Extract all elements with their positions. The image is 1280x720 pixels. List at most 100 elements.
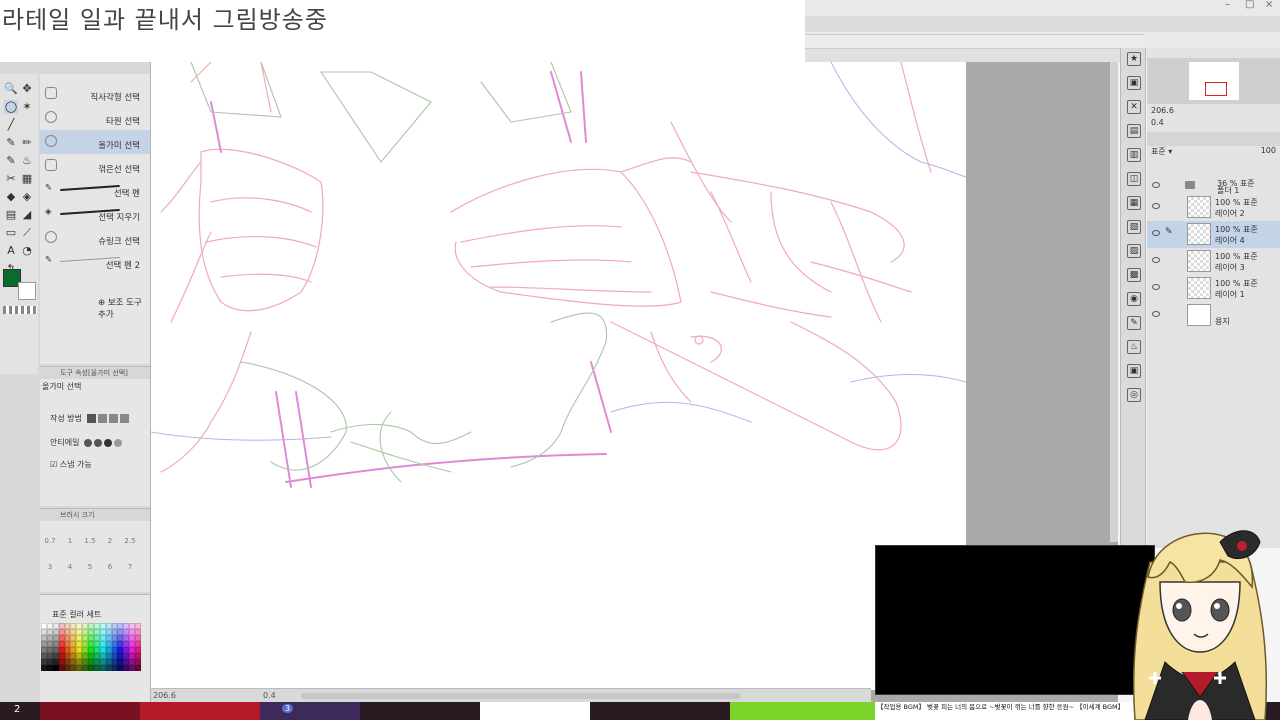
tool-settings-icon[interactable]: ✕ (1127, 100, 1141, 114)
transparent-color-swatch[interactable] (3, 306, 37, 314)
subtool-polyline-select[interactable]: 꺾은선 선택 (40, 154, 150, 178)
creation-method-row[interactable]: 작성 방법 (50, 413, 129, 424)
star-icon[interactable]: ★ (1127, 52, 1141, 66)
search-layer-icon[interactable]: ◫ (1127, 172, 1141, 186)
brush-tool-icon[interactable]: ✎ (4, 154, 18, 168)
text-tool-icon[interactable]: A (4, 244, 18, 258)
brush-size-cell[interactable]: 1 (60, 537, 80, 557)
antialias-strong-icon[interactable] (114, 438, 122, 447)
brush-size-cell[interactable]: 0.7 (40, 537, 60, 557)
lasso-tool-icon[interactable]: ◯ (4, 100, 18, 114)
navigator-rotation[interactable]: 0.4 (1151, 118, 1164, 127)
antialias-weak-icon[interactable] (94, 438, 102, 447)
maximize-icon[interactable]: □ (1245, 0, 1255, 10)
subtool-selection-pen[interactable]: ✎ 선택 펜 (40, 178, 150, 202)
antialias-none-icon[interactable] (84, 438, 92, 447)
brush-size-cell[interactable]: 6 (100, 563, 120, 583)
snap-row[interactable]: ☑ 스냅 가능 (50, 459, 92, 470)
eye-icon[interactable] (1152, 284, 1160, 290)
balloon-tool-icon[interactable]: ◔ (20, 244, 34, 258)
layer-item[interactable]: ✎ 100 % 표준 레이어 4 (1147, 221, 1280, 248)
brush-size-cell[interactable]: 2.5 (120, 537, 140, 557)
animation-icon[interactable]: ▦ (1127, 196, 1141, 210)
eyedropper-icon[interactable]: ╱ (4, 118, 18, 132)
navigator-preview[interactable] (1147, 58, 1280, 104)
checkbox-icon[interactable]: ☑ (50, 460, 60, 469)
blend-mode-select[interactable]: 표준 ▾ (1151, 146, 1172, 157)
taskbar-app[interactable] (480, 702, 590, 720)
opacity-value[interactable]: 100 (1261, 146, 1276, 155)
zoom-tool-icon[interactable]: 🔍 (4, 82, 18, 96)
brush-size-cell[interactable]: 3 (40, 563, 60, 583)
airbrush-tool-icon[interactable]: ♨ (20, 154, 34, 168)
canvas-horizontal-scrollbar[interactable] (301, 693, 741, 699)
eraser-tool-icon[interactable]: ◈ (20, 190, 34, 204)
status-zoom[interactable]: 206.6 (153, 691, 176, 700)
layer-property-icon[interactable]: ▣ (1127, 76, 1141, 90)
taskbar-app[interactable] (260, 702, 360, 720)
antialias-row[interactable]: 안티에일 (50, 437, 122, 448)
subtool-ellipse-select[interactable]: 타원 선택 (40, 106, 150, 130)
new-selection-icon[interactable] (86, 414, 96, 423)
auto-action-icon[interactable]: ▧ (1127, 220, 1141, 234)
eye-icon[interactable] (1152, 257, 1160, 263)
add-selection-icon[interactable] (97, 414, 107, 423)
shape-tool-icon[interactable]: ◢ (20, 208, 34, 222)
brush-size-cell[interactable]: 4 (60, 563, 80, 583)
approximate-color-icon[interactable]: ▣ (1127, 364, 1141, 378)
eye-icon[interactable] (1152, 182, 1160, 188)
item-bank-icon[interactable]: ▩ (1127, 268, 1141, 282)
layer-item[interactable]: 100 % 표준 레이어 1 (1147, 275, 1280, 302)
taskbar-app[interactable] (730, 702, 875, 720)
navigator-zoom[interactable]: 206.6 (1151, 106, 1174, 115)
color-wheel-icon[interactable]: ◉ (1127, 292, 1141, 306)
ruler-tool-icon[interactable]: ⟋ (20, 226, 34, 240)
status-rotation[interactable]: 0.4 (263, 691, 276, 700)
eye-icon[interactable] (1152, 203, 1160, 209)
history-icon[interactable]: ▥ (1127, 148, 1141, 162)
close-icon[interactable]: × (1265, 0, 1275, 10)
eye-icon[interactable] (1152, 311, 1160, 317)
color-history-icon[interactable]: ✎ (1127, 316, 1141, 330)
canvas-vertical-scrollbar[interactable] (1110, 62, 1118, 542)
layer-item-paper[interactable]: 용지 (1147, 302, 1280, 329)
pen-tool-icon[interactable]: ✎ (4, 136, 18, 150)
fill-tool-icon[interactable]: ◆ (4, 190, 18, 204)
sub-color-swatch[interactable] (18, 282, 36, 300)
subtract-selection-icon[interactable] (108, 414, 118, 423)
intersect-selection-icon[interactable] (119, 414, 129, 423)
antialias-mid-icon[interactable] (104, 438, 112, 447)
subtool-shrink-select[interactable]: 슈링크 선택 (40, 226, 150, 250)
brush-size-cell[interactable]: 1.5 (80, 537, 100, 557)
pencil-tool-icon[interactable]: ✏ (20, 136, 34, 150)
decoration-tool-icon[interactable]: ✂ (4, 172, 18, 186)
grid-tool-icon[interactable]: ▦ (20, 172, 34, 186)
subtool-selection-eraser[interactable]: ◈ 선택 지우기 (40, 202, 150, 226)
brush-size-cell[interactable]: 5 (80, 563, 100, 583)
gradient-tool-icon[interactable]: ▤ (4, 208, 18, 222)
layer-folder[interactable]: 36 % 표준 폴더 1 (1147, 178, 1280, 195)
color-swatch[interactable] (135, 665, 141, 671)
navigator-view-frame[interactable] (1205, 82, 1227, 96)
layer-item[interactable]: 100 % 표준 레이어 2 (1147, 194, 1280, 221)
add-subtool-button[interactable]: ⊕ 보조 도구 추가 (98, 296, 150, 320)
material-icon[interactable]: ▤ (1127, 124, 1141, 138)
brush-size-cell[interactable]: 2 (100, 537, 120, 557)
sub-view-icon[interactable]: ▨ (1127, 244, 1141, 258)
sketch-drawing[interactable] (151, 62, 966, 542)
minimize-icon[interactable]: – (1225, 0, 1235, 10)
layer-item[interactable]: 100 % 표준 레이어 3 (1147, 248, 1280, 275)
move-tool-icon[interactable]: ✥ (20, 82, 34, 96)
intermediate-color-icon[interactable]: ♨ (1127, 340, 1141, 354)
quick-access-icon[interactable]: ◎ (1127, 388, 1141, 402)
color-swatch-grid[interactable] (41, 623, 141, 671)
taskbar-app[interactable] (140, 702, 260, 720)
magic-wand-icon[interactable]: ✶ (20, 100, 34, 114)
frame-tool-icon[interactable]: ▭ (4, 226, 18, 240)
subtool-lasso-select[interactable]: 올가미 선택 (40, 130, 150, 154)
taskbar-app[interactable] (40, 702, 140, 720)
brush-size-cell[interactable]: 7 (120, 563, 140, 583)
subtool-selection-pen-2[interactable]: ✎ 선택 펜 2 (40, 250, 150, 274)
subtool-rect-select[interactable]: 직사각형 선택 (40, 82, 150, 106)
eye-icon[interactable] (1152, 230, 1160, 236)
